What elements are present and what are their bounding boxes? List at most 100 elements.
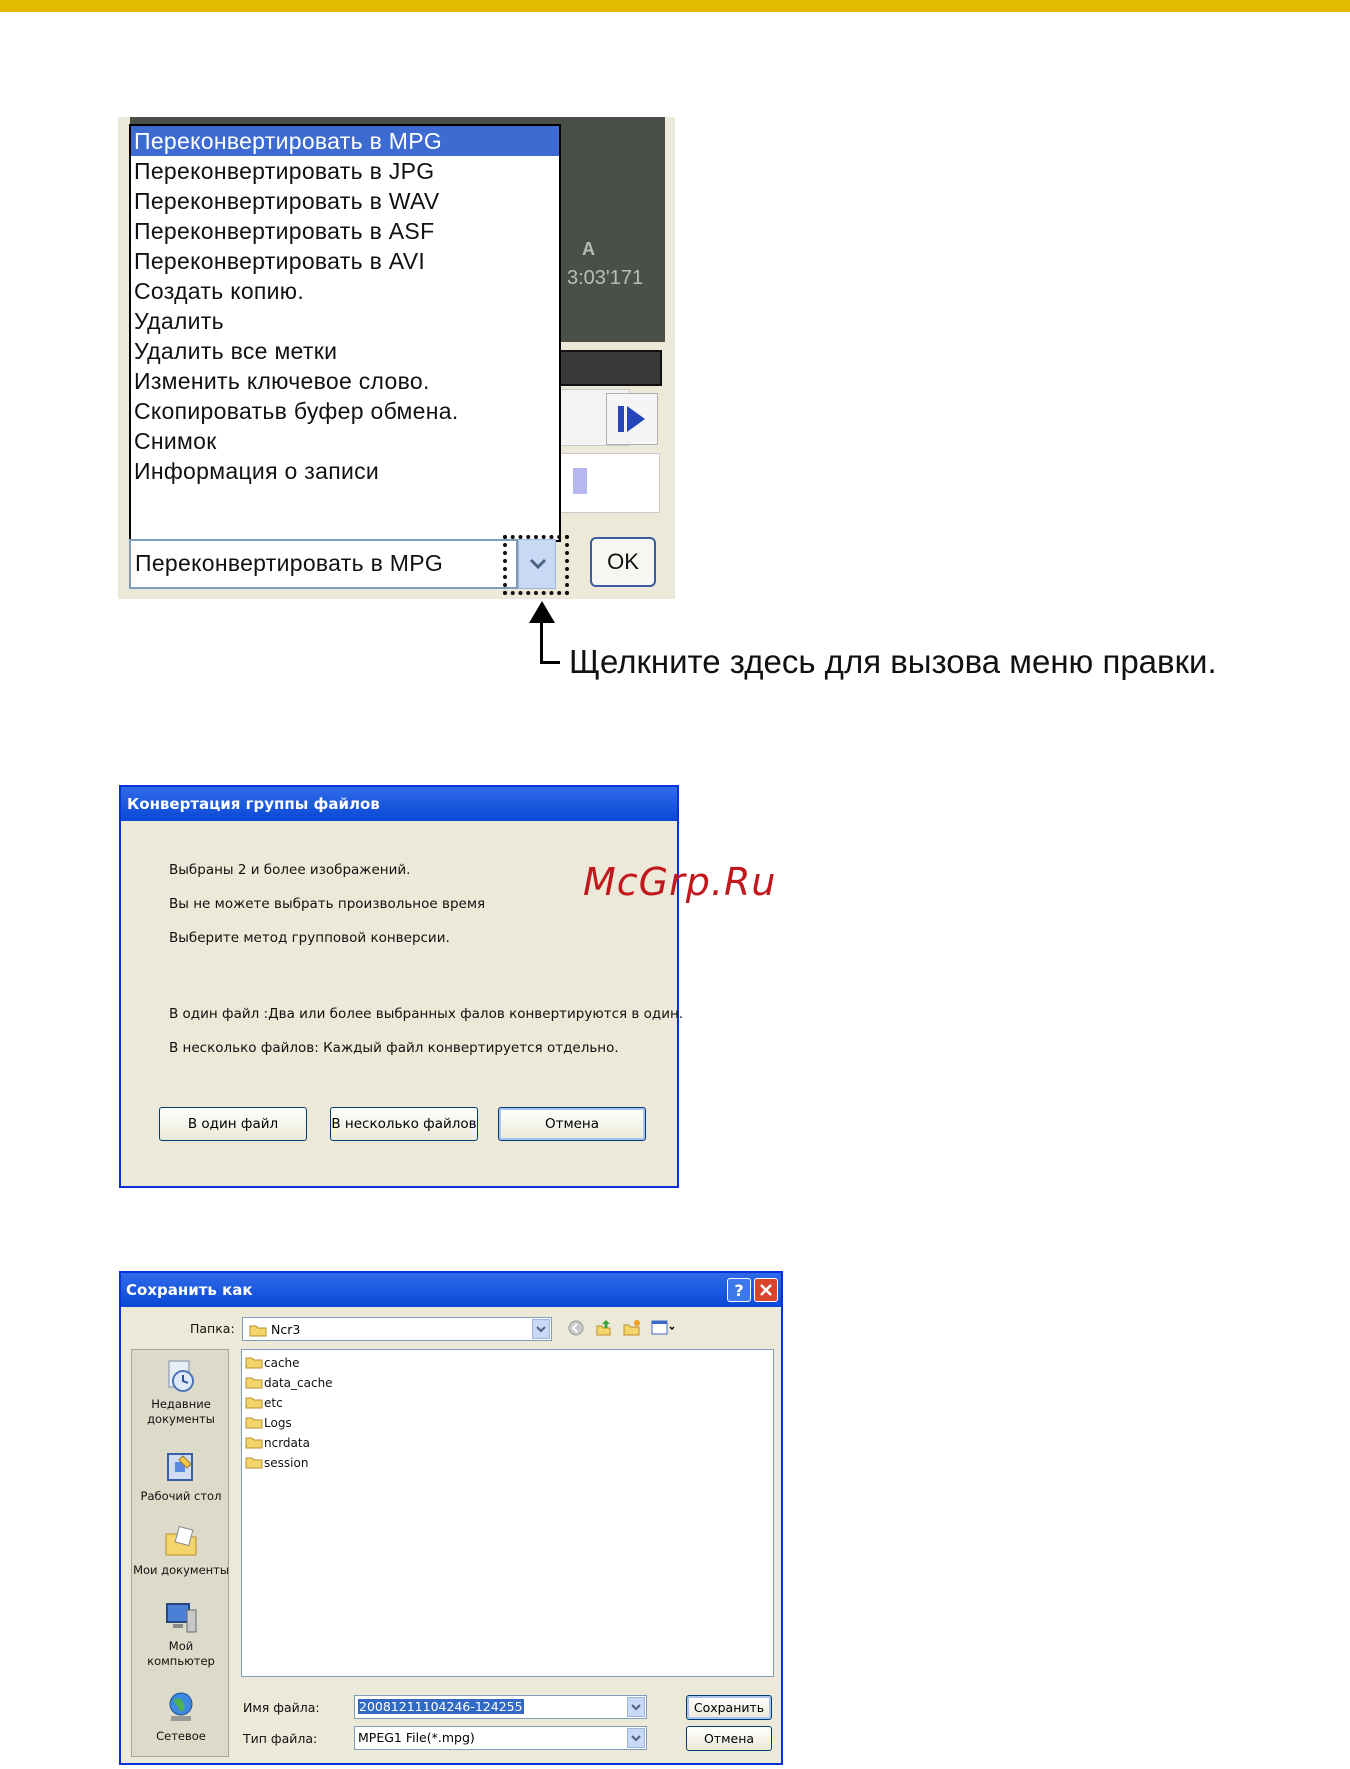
file-name: etc xyxy=(264,1396,283,1410)
group-conversion-dialog: Конвертация группы файлов Выбраны 2 и бо… xyxy=(119,785,683,1188)
dialog-text-line: Выбраны 2 и более изображений. xyxy=(169,862,411,878)
menu-item-keyword[interactable]: Изменить ключевое слово. xyxy=(131,366,559,396)
my-documents-icon xyxy=(165,1525,197,1556)
help-button[interactable]: ? xyxy=(727,1278,751,1302)
my-computer-icon xyxy=(166,1603,197,1633)
view-menu-icon[interactable] xyxy=(651,1319,677,1337)
place-recent-documents[interactable]: Недавние документы xyxy=(132,1358,230,1427)
play-icon xyxy=(627,406,645,432)
save-as-dialog: Сохранить как ? Папка: Ncr3 Недавние док… xyxy=(119,1271,783,1765)
place-my-documents[interactable]: Мои документы xyxy=(132,1524,230,1578)
chevron-down-icon[interactable] xyxy=(532,1319,550,1339)
watermark: McGrp.Ru xyxy=(583,860,777,904)
single-file-button[interactable]: В один файл xyxy=(159,1107,307,1141)
folder-select[interactable]: Ncr3 xyxy=(242,1317,552,1341)
edit-action-value: Переконвертировать в MPG xyxy=(135,550,444,576)
folder-icon xyxy=(245,1437,263,1449)
list-item[interactable]: cache xyxy=(245,1354,300,1372)
menu-item-convert-mpg[interactable]: Переконвертировать в MPG xyxy=(131,126,559,156)
menu-item-convert-jpg[interactable]: Переконвертировать в JPG xyxy=(131,156,559,186)
list-item[interactable]: session xyxy=(245,1454,308,1472)
callout-line-horizontal xyxy=(540,661,560,664)
top-accent-bar xyxy=(0,0,1350,12)
menu-item-convert-wav[interactable]: Переконвертировать в WAV xyxy=(131,186,559,216)
place-label: компьютер xyxy=(147,1654,215,1668)
up-folder-icon[interactable] xyxy=(595,1319,613,1337)
filetype-select[interactable]: MPEG1 File(*.mpg) xyxy=(354,1726,647,1750)
place-my-computer[interactable]: Мой компьютер xyxy=(132,1600,230,1669)
filetype-value: MPEG1 File(*.mpg) xyxy=(358,1730,475,1745)
file-name: data_cache xyxy=(264,1376,333,1390)
place-label: Рабочий стол xyxy=(140,1489,222,1503)
filetype-label: Тип файла: xyxy=(243,1731,318,1746)
folder-icon xyxy=(245,1397,263,1409)
filename-field[interactable]: 20081211104246-124255 xyxy=(354,1695,647,1719)
menu-item-delete-marks[interactable]: Удалить все метки xyxy=(131,336,559,366)
menu-item-convert-asf[interactable]: Переконвертировать в ASF xyxy=(131,216,559,246)
dialog-text-line: Выберите метод групповой конверсии. xyxy=(169,930,450,946)
dialog-title: Конвертация группы файлов xyxy=(121,787,677,821)
ok-button[interactable]: OK xyxy=(590,537,656,587)
slider-panel xyxy=(558,453,660,513)
edit-menu-list: Переконвертировать в MPG Переконвертиров… xyxy=(129,124,561,542)
menu-item-record-info[interactable]: Информация о записи xyxy=(131,456,559,486)
network-icon xyxy=(169,1692,193,1721)
folder-label: Папка: xyxy=(190,1321,235,1336)
folder-icon xyxy=(245,1377,263,1389)
save-button[interactable]: Сохранить xyxy=(686,1695,772,1720)
list-item[interactable]: data_cache xyxy=(245,1374,333,1392)
place-label: Сетевое xyxy=(156,1729,206,1743)
multiple-files-button[interactable]: В несколько файлов xyxy=(330,1107,478,1141)
file-name: Logs xyxy=(264,1416,292,1430)
file-list: cache data_cache etc Logs ncrdata sessio… xyxy=(241,1349,774,1677)
recent-documents-icon xyxy=(168,1360,194,1392)
back-icon[interactable] xyxy=(567,1319,585,1337)
callout-caption: Щелкните здесь для вызова меню правки. xyxy=(569,643,1217,680)
file-name: session xyxy=(264,1456,309,1470)
menu-item-delete[interactable]: Удалить xyxy=(131,306,559,336)
filename-value: 20081211104246-124255 xyxy=(358,1699,524,1714)
list-item[interactable]: Logs xyxy=(245,1414,292,1432)
highlight-frame xyxy=(503,535,569,595)
status-field xyxy=(558,350,662,386)
dialog-title: Сохранить как xyxy=(121,1273,781,1307)
folder-icon xyxy=(249,1325,267,1337)
edit-menu-screenshot: A 3:03'171 Переконвертировать в MPG Пере… xyxy=(118,117,675,599)
cancel-button[interactable]: Отмена xyxy=(686,1726,772,1751)
new-folder-icon[interactable] xyxy=(623,1319,641,1337)
play-next-button[interactable] xyxy=(606,393,658,445)
play-bar-icon xyxy=(618,406,624,432)
folder-value: Ncr3 xyxy=(271,1322,301,1337)
folder-icon xyxy=(245,1417,263,1429)
list-item[interactable]: ncrdata xyxy=(245,1434,310,1452)
cancel-button[interactable]: Отмена xyxy=(498,1107,646,1141)
menu-item-snapshot[interactable]: Снимок xyxy=(131,426,559,456)
place-network[interactable]: Сетевое xyxy=(132,1690,230,1744)
slider-knob[interactable] xyxy=(573,468,587,494)
edit-action-combo[interactable]: Переконвертировать в MPG xyxy=(129,539,518,589)
place-desktop[interactable]: Рабочий стол xyxy=(132,1450,230,1504)
video-timecode: 3:03'171 xyxy=(567,267,644,289)
close-icon xyxy=(760,1284,772,1296)
list-item[interactable]: etc xyxy=(245,1394,283,1412)
place-label: документы xyxy=(147,1412,215,1426)
places-bar: Недавние документы Рабочий стол Мои доку… xyxy=(131,1349,229,1757)
place-label: Недавние xyxy=(151,1397,211,1411)
chevron-down-icon[interactable] xyxy=(627,1728,645,1748)
close-button[interactable] xyxy=(754,1278,778,1302)
folder-icon xyxy=(245,1457,263,1469)
filename-label: Имя файла: xyxy=(243,1700,320,1715)
chevron-down-icon[interactable] xyxy=(627,1697,645,1717)
menu-item-convert-avi[interactable]: Переконвертировать в AVI xyxy=(131,246,559,276)
place-label: Мой xyxy=(168,1639,194,1653)
file-name: cache xyxy=(264,1356,300,1370)
place-label: Мои документы xyxy=(133,1563,229,1577)
dialog-text-line: Вы не можете выбрать произвольное время xyxy=(169,896,486,912)
menu-item-copy[interactable]: Создать копию. xyxy=(131,276,559,306)
dialog-text-line: В один файл :Два или более выбранных фал… xyxy=(169,1006,684,1022)
video-mark-text: A xyxy=(582,239,595,259)
dialog-text-line: В несколько файлов: Каждый файл конверти… xyxy=(169,1040,619,1056)
desktop-icon xyxy=(167,1453,193,1481)
callout-line xyxy=(540,620,543,664)
menu-item-clipboard[interactable]: Скопироватьв буфер обмена. xyxy=(131,396,559,426)
